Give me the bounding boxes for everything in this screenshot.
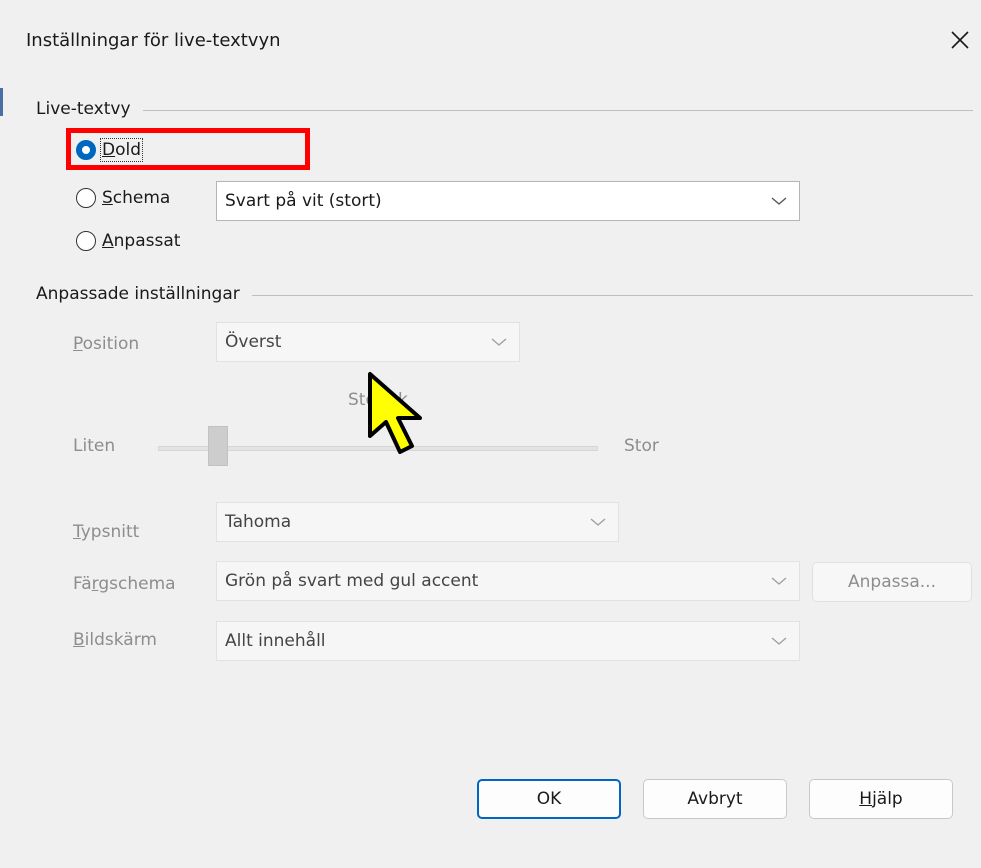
radio-custom[interactable]: Anpassat (76, 226, 180, 256)
size-min-label: Liten (73, 436, 116, 456)
mouse-cursor-icon (368, 372, 422, 454)
size-slider-thumb[interactable] (208, 426, 229, 466)
live-view-group-line (36, 110, 973, 111)
display-label: Bildskärm (73, 630, 157, 650)
radio-scheme-indicator[interactable] (76, 188, 96, 208)
display-select-value: Allt innehåll (225, 631, 326, 651)
radio-scheme-label: Schema (102, 188, 171, 208)
radio-scheme[interactable]: Schema (76, 183, 170, 213)
ok-button[interactable]: OK (477, 779, 621, 819)
custom-group-label: Anpassade inställningar (36, 284, 252, 304)
scheme-select-value: Svart på vit (stort) (225, 191, 382, 211)
scheme-select[interactable]: Svart på vit (stort) (216, 181, 800, 221)
font-select-value: Tahoma (225, 512, 292, 532)
font-select[interactable]: Tahoma (216, 502, 619, 542)
color-scheme-label: Färgschema (73, 574, 176, 594)
chevron-down-icon (771, 637, 787, 645)
chevron-down-icon (771, 577, 787, 585)
color-scheme-select[interactable]: Grön på svart med gul accent (216, 561, 800, 601)
position-label: Position (73, 334, 140, 354)
help-button[interactable]: Hjälp (809, 779, 953, 819)
dialog-title: Inställningar för live-textvyn (26, 30, 281, 51)
customize-button[interactable]: Anpassa... (812, 562, 972, 602)
radio-custom-indicator[interactable] (76, 231, 96, 251)
close-icon (951, 31, 969, 49)
font-label: Typsnitt (73, 522, 140, 542)
help-rest: jälp (872, 789, 903, 809)
highlight-box (66, 128, 310, 170)
close-button[interactable] (940, 20, 980, 60)
size-max-label: Stor (624, 436, 659, 456)
radio-custom-label: Anpassat (102, 231, 181, 251)
display-select[interactable]: Allt innehåll (216, 621, 800, 661)
live-view-group-label: Live-textvy (36, 99, 143, 119)
title-bar: Inställningar för live-textvyn (0, 0, 981, 80)
background-window-edge (0, 88, 3, 116)
chevron-down-icon (590, 518, 606, 526)
position-select-value: Överst (225, 332, 282, 352)
cancel-button[interactable]: Avbryt (643, 779, 787, 819)
chevron-down-icon (491, 338, 507, 346)
chevron-down-icon (771, 197, 787, 205)
position-select[interactable]: Överst (216, 322, 520, 362)
color-scheme-select-value: Grön på svart med gul accent (225, 571, 479, 591)
help-accel: H (859, 789, 873, 809)
settings-dialog: Inställningar för live-textvyn Live-text… (0, 0, 981, 868)
